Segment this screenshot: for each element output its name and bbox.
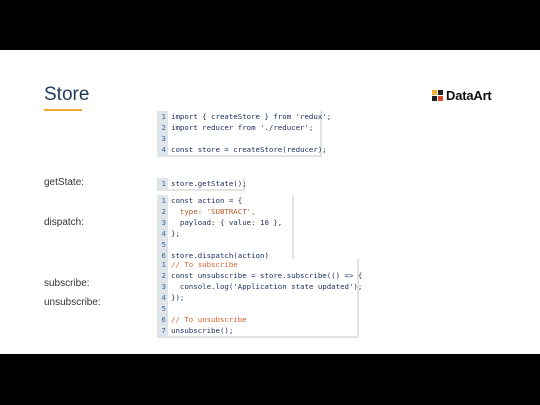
code-line: 5 [157,303,357,314]
code-block-subscribe: 1// To subscribe 2 const unsubscribe = st… [157,259,362,338]
code-line: 2 const unsubscribe = store.subscribe(() … [157,270,362,281]
dataart-logo: DataArt [432,87,492,103]
code-block-getstate: 1 store.getState(); [157,178,247,191]
code-line: 5 [157,239,292,250]
code-block-create-store: 1 import { createStore } from 'redux'; 2i… [157,111,331,157]
code-block-dispatch: 1 const action = { 2 type: 'SUBTRACT', 3 … [157,195,294,263]
dataart-logo-icon [432,89,443,101]
label-subscribe: subscribe: [44,278,90,289]
code-line: 4}); [157,292,357,303]
code-line: 4 const store = createStore(reducer); [157,144,327,155]
slide: Store DataArt getState: dispatch: subscr… [0,50,540,354]
label-getstate: getState: [44,177,85,188]
code-line: 3 [157,133,320,144]
logo-text: DataArt [446,87,492,103]
title-underline [44,109,82,111]
label-unsubscribe: unsubscribe: [44,297,101,308]
code-line: 1 const action = { [157,195,292,206]
code-line: 1 import { createStore } from 'redux'; [157,111,331,122]
code-line: 3 console.log('Application state updated… [157,281,362,292]
label-dispatch: dispatch: [44,217,85,228]
page-title: Store [44,84,90,105]
code-line: 6// To unsubscribe [157,314,357,325]
code-line: 4}; [157,228,292,239]
code-line: 3 payload: { value: 10 }, [157,217,292,228]
code-line: 2 type: 'SUBTRACT', [157,206,292,217]
code-line: 1// To subscribe [157,259,357,270]
code-line: 2 import reducer from './reducer'; [157,122,320,133]
code-line: 7 unsubscribe(); [157,325,357,336]
code-line: 1 store.getState(); [157,178,247,189]
